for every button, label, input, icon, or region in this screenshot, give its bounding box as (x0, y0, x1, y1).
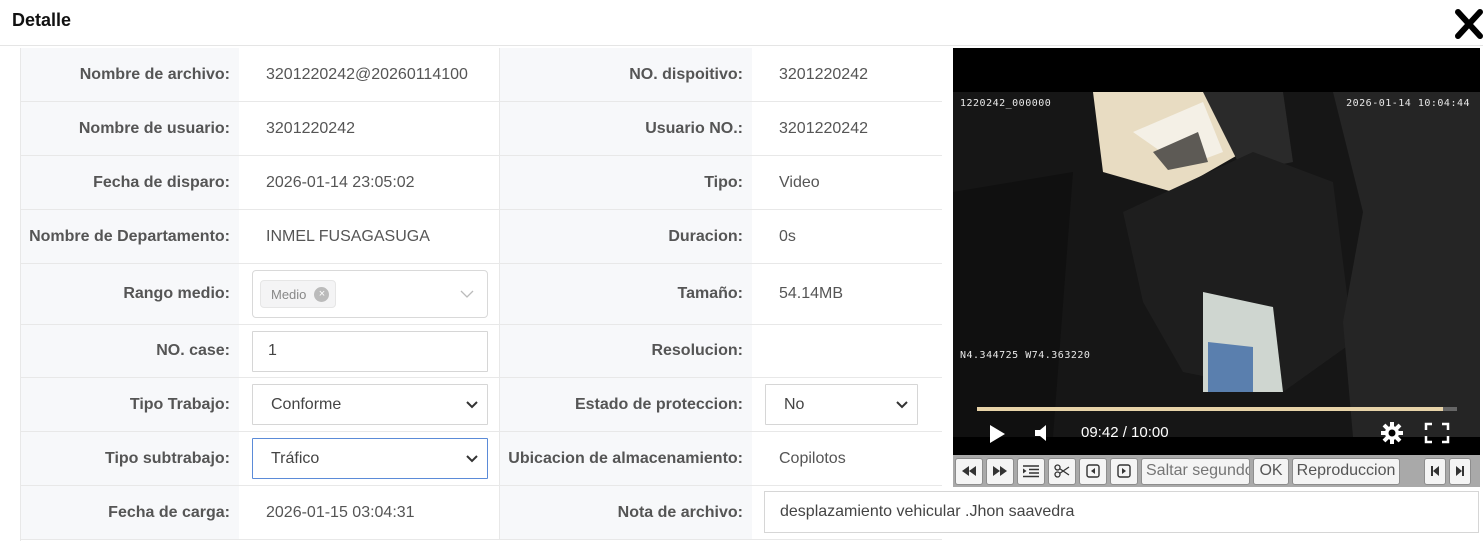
file-note-input[interactable]: desplazamiento vehicular .Jhon saavedra (764, 491, 1479, 533)
label-protection: Estado de proteccion: (500, 378, 752, 431)
form-row-department: Nombre de Departamento: INMEL FUSAGASUGA… (21, 210, 942, 264)
chevron-down-icon (466, 401, 478, 409)
subwork-type-value: Tráfico (271, 449, 320, 467)
label-work-type: Tipo Trabajo: (21, 378, 239, 431)
label-type: Tipo: (500, 156, 752, 209)
label-trigger-date: Fecha de disparo: (21, 156, 239, 209)
value-department: INMEL FUSAGASUGA (239, 210, 500, 263)
next-frame-button[interactable] (1110, 457, 1138, 485)
list-icon (1023, 465, 1039, 478)
dialog-title: Detalle (12, 10, 72, 30)
dialog-header: Detalle (0, 0, 1483, 46)
value-upload-date: 2026-01-15 03:04:31 (239, 486, 500, 539)
label-size: Tamaño: (500, 264, 752, 324)
seek-seconds-input[interactable] (1142, 462, 1249, 480)
value-filename: 3201220242@20260114100 (239, 48, 500, 101)
case-input[interactable]: 1 (252, 330, 488, 372)
form-row-subwork-type: Tipo subtrabajo: Tráfico Ubicacion de al… (21, 432, 942, 486)
subwork-type-select[interactable]: Tráfico (252, 438, 488, 479)
label-subwork-type: Tipo subtrabajo: (21, 432, 239, 485)
range-multiselect[interactable]: Medio × (252, 270, 488, 318)
value-trigger-date: 2026-01-14 23:05:02 (239, 156, 500, 209)
details-form: Nombre de archivo: 3201220242@2026011410… (20, 48, 942, 541)
value-device-no: 3201220242 (779, 65, 868, 83)
form-row-case: NO. case: 1 Resolucion: (21, 325, 942, 378)
video-frame[interactable]: 1220242_000000 2026-01-14 10:04:44 N4.34… (953, 92, 1480, 437)
fast-forward-button[interactable] (986, 457, 1014, 485)
label-username: Nombre de usuario: (21, 102, 239, 155)
label-storage-location: Ubicacion de almacenamiento: (500, 432, 752, 485)
label-upload-date: Fecha de carga: (21, 486, 239, 539)
value-type: Video (779, 173, 820, 191)
value-resolution (752, 325, 942, 377)
form-row-range: Rango medio: Medio × Tamaño: 54.14MB (21, 264, 942, 325)
value-size: 54.14MB (779, 285, 844, 302)
range-tag-label: Medio (271, 286, 307, 302)
settings-gear-icon[interactable] (1380, 421, 1404, 445)
chevron-down-icon (896, 401, 908, 409)
osd-timestamp-text: 2026-01-14 10:04:44 (1346, 98, 1470, 109)
form-row-filename: Nombre de archivo: 3201220242@2026011410… (21, 48, 942, 102)
fast-forward-icon (993, 466, 1007, 476)
label-range: Rango medio: (21, 264, 239, 324)
rewind-icon (962, 466, 976, 476)
label-resolution: Resolucion: (500, 325, 752, 377)
video-frame-image (953, 92, 1480, 437)
playback-button[interactable]: Reproduccion (1292, 457, 1400, 485)
osd-gps-text: N4.344725 W74.363220 (960, 350, 1091, 361)
volume-icon[interactable] (1033, 423, 1051, 443)
label-department: Nombre de Departamento: (21, 210, 239, 263)
label-device-no: NO. dispoitivo: (500, 48, 752, 101)
clip-button[interactable] (1048, 457, 1076, 485)
work-type-value: Conforme (271, 395, 342, 413)
playlist-button[interactable] (1017, 457, 1045, 485)
form-row-username: Nombre de usuario: 3201220242 Usuario NO… (21, 102, 942, 156)
next-frame-icon (1117, 464, 1131, 478)
label-file-note: Nota de archivo: (500, 486, 752, 539)
form-row-work-type: Tipo Trabajo: Conforme Estado de protecc… (21, 378, 942, 432)
label-user-no: Usuario NO.: (500, 102, 752, 155)
label-filename: Nombre de archivo: (21, 48, 239, 101)
chevron-down-icon (460, 290, 474, 298)
chevron-down-icon (466, 455, 478, 463)
ok-button[interactable]: OK (1253, 457, 1289, 485)
prev-frame-button[interactable] (1079, 457, 1107, 485)
label-case: NO. case: (21, 325, 239, 377)
fullscreen-icon[interactable] (1424, 422, 1450, 444)
value-user-no: 3201220242 (779, 119, 868, 137)
protection-select[interactable]: No (765, 384, 918, 425)
prev-frame-icon (1086, 464, 1100, 478)
rewind-button[interactable] (955, 457, 983, 485)
time-display: 09:42 / 10:00 (1081, 424, 1169, 441)
osd-id-text: 1220242_000000 (960, 98, 1052, 109)
label-duration: Duracion: (500, 210, 752, 263)
skip-start-icon (1431, 466, 1439, 476)
progress-fill (977, 407, 1443, 411)
value-username: 3201220242 (239, 102, 500, 155)
close-icon[interactable] (1455, 9, 1483, 39)
case-input-value: 1 (268, 342, 277, 359)
player-toolbar: OK Reproduccion (953, 455, 1480, 487)
skip-end-button[interactable] (1449, 457, 1471, 485)
skip-end-icon (1456, 466, 1464, 476)
skip-start-button[interactable] (1424, 457, 1446, 485)
scissors-icon (1054, 464, 1070, 478)
play-icon[interactable] (988, 424, 1006, 444)
protection-value: No (784, 395, 805, 413)
value-duration: 0s (779, 227, 796, 245)
progress-bar[interactable] (977, 407, 1457, 411)
work-type-select[interactable]: Conforme (252, 384, 488, 425)
seek-seconds-field[interactable] (1141, 457, 1250, 485)
tag-remove-icon[interactable]: × (314, 286, 330, 302)
range-tag: Medio × (260, 280, 337, 308)
video-player[interactable]: 1220242_000000 2026-01-14 10:04:44 N4.34… (953, 48, 1480, 455)
value-storage-location: Copilotos (779, 449, 846, 467)
form-row-trigger-date: Fecha de disparo: 2026-01-14 23:05:02 Ti… (21, 156, 942, 210)
